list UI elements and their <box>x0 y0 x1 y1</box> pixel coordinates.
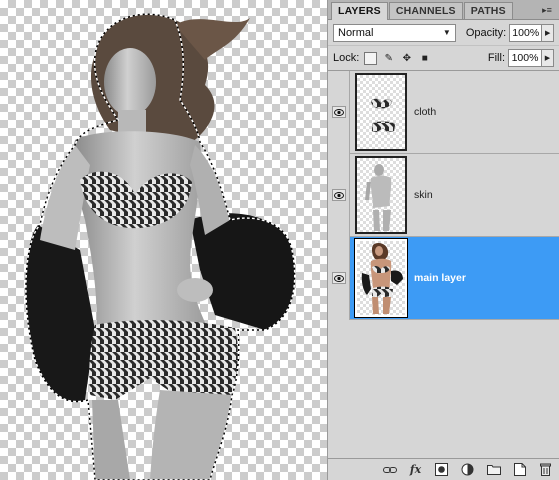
panel-tabbar: LAYERS CHANNELS PATHS ▸≡ <box>328 0 559 20</box>
tab-channels[interactable]: CHANNELS <box>388 2 463 19</box>
opacity-label: Opacity: <box>465 26 507 39</box>
layer-style-fx-icon[interactable]: fx <box>407 462 424 478</box>
visibility-toggle[interactable] <box>328 153 350 237</box>
blend-opacity-row: Normal ▼ Opacity: 100% ▶ <box>328 20 559 46</box>
canvas-artwork <box>25 13 296 480</box>
blend-mode-value: Normal <box>338 26 374 39</box>
document-canvas[interactable] <box>0 0 327 480</box>
opacity-slider-button[interactable]: ▶ <box>542 23 554 42</box>
layers-panel: LAYERS CHANNELS PATHS ▸≡ Normal ▼ Opacit… <box>327 0 559 480</box>
layers-bottom-toolbar: fx <box>328 458 559 480</box>
lock-position-icon[interactable]: ✥ <box>400 52 413 65</box>
fill-slider-button[interactable]: ▶ <box>542 49 554 67</box>
blend-mode-select[interactable]: Normal ▼ <box>333 23 456 42</box>
lock-transparent-pixels-icon[interactable] <box>364 51 378 65</box>
fill-label: Fill: <box>487 52 505 64</box>
lock-all-icon[interactable]: ■ <box>418 52 431 65</box>
chevron-down-icon: ▼ <box>442 28 451 37</box>
fill-input[interactable]: 100% <box>508 49 542 67</box>
layer-mask-icon[interactable] <box>433 462 450 478</box>
layer-name[interactable]: skin <box>414 189 433 201</box>
layer-thumbnail-skin <box>355 156 407 234</box>
layer-name[interactable]: cloth <box>414 106 436 118</box>
layer-name[interactable]: main layer <box>414 272 466 284</box>
layer-row-main-layer[interactable]: main layer <box>328 236 559 320</box>
layer-list-empty-area[interactable] <box>328 322 559 458</box>
visibility-toggle[interactable] <box>328 236 350 320</box>
lock-image-pixels-icon[interactable]: ✎ <box>382 52 395 65</box>
layer-thumbnail-cloth <box>355 73 407 151</box>
layer-thumbnail-main-layer <box>354 238 408 318</box>
visibility-toggle[interactable] <box>328 70 350 154</box>
opacity-input[interactable]: 100% <box>509 23 543 42</box>
eye-icon <box>331 272 346 284</box>
adjustment-layer-icon[interactable] <box>459 462 476 478</box>
panel-menu-icon[interactable]: ▸≡ <box>541 4 553 16</box>
trash-icon[interactable] <box>537 462 554 478</box>
eye-icon <box>331 189 346 201</box>
layer-row-cloth[interactable]: cloth <box>328 70 559 154</box>
link-icon[interactable] <box>381 462 398 478</box>
lock-fill-row: Lock: ✎ ✥ ■ Fill: 100% ▶ <box>328 46 559 71</box>
lock-label: Lock: <box>333 52 360 64</box>
layer-list: cloth skin main layer <box>328 70 559 320</box>
layer-row-skin[interactable]: skin <box>328 153 559 237</box>
tab-paths[interactable]: PATHS <box>463 2 513 19</box>
tab-layers[interactable]: LAYERS <box>331 2 388 20</box>
eye-icon <box>331 106 346 118</box>
folder-icon[interactable] <box>485 462 502 478</box>
new-layer-icon[interactable] <box>511 462 528 478</box>
